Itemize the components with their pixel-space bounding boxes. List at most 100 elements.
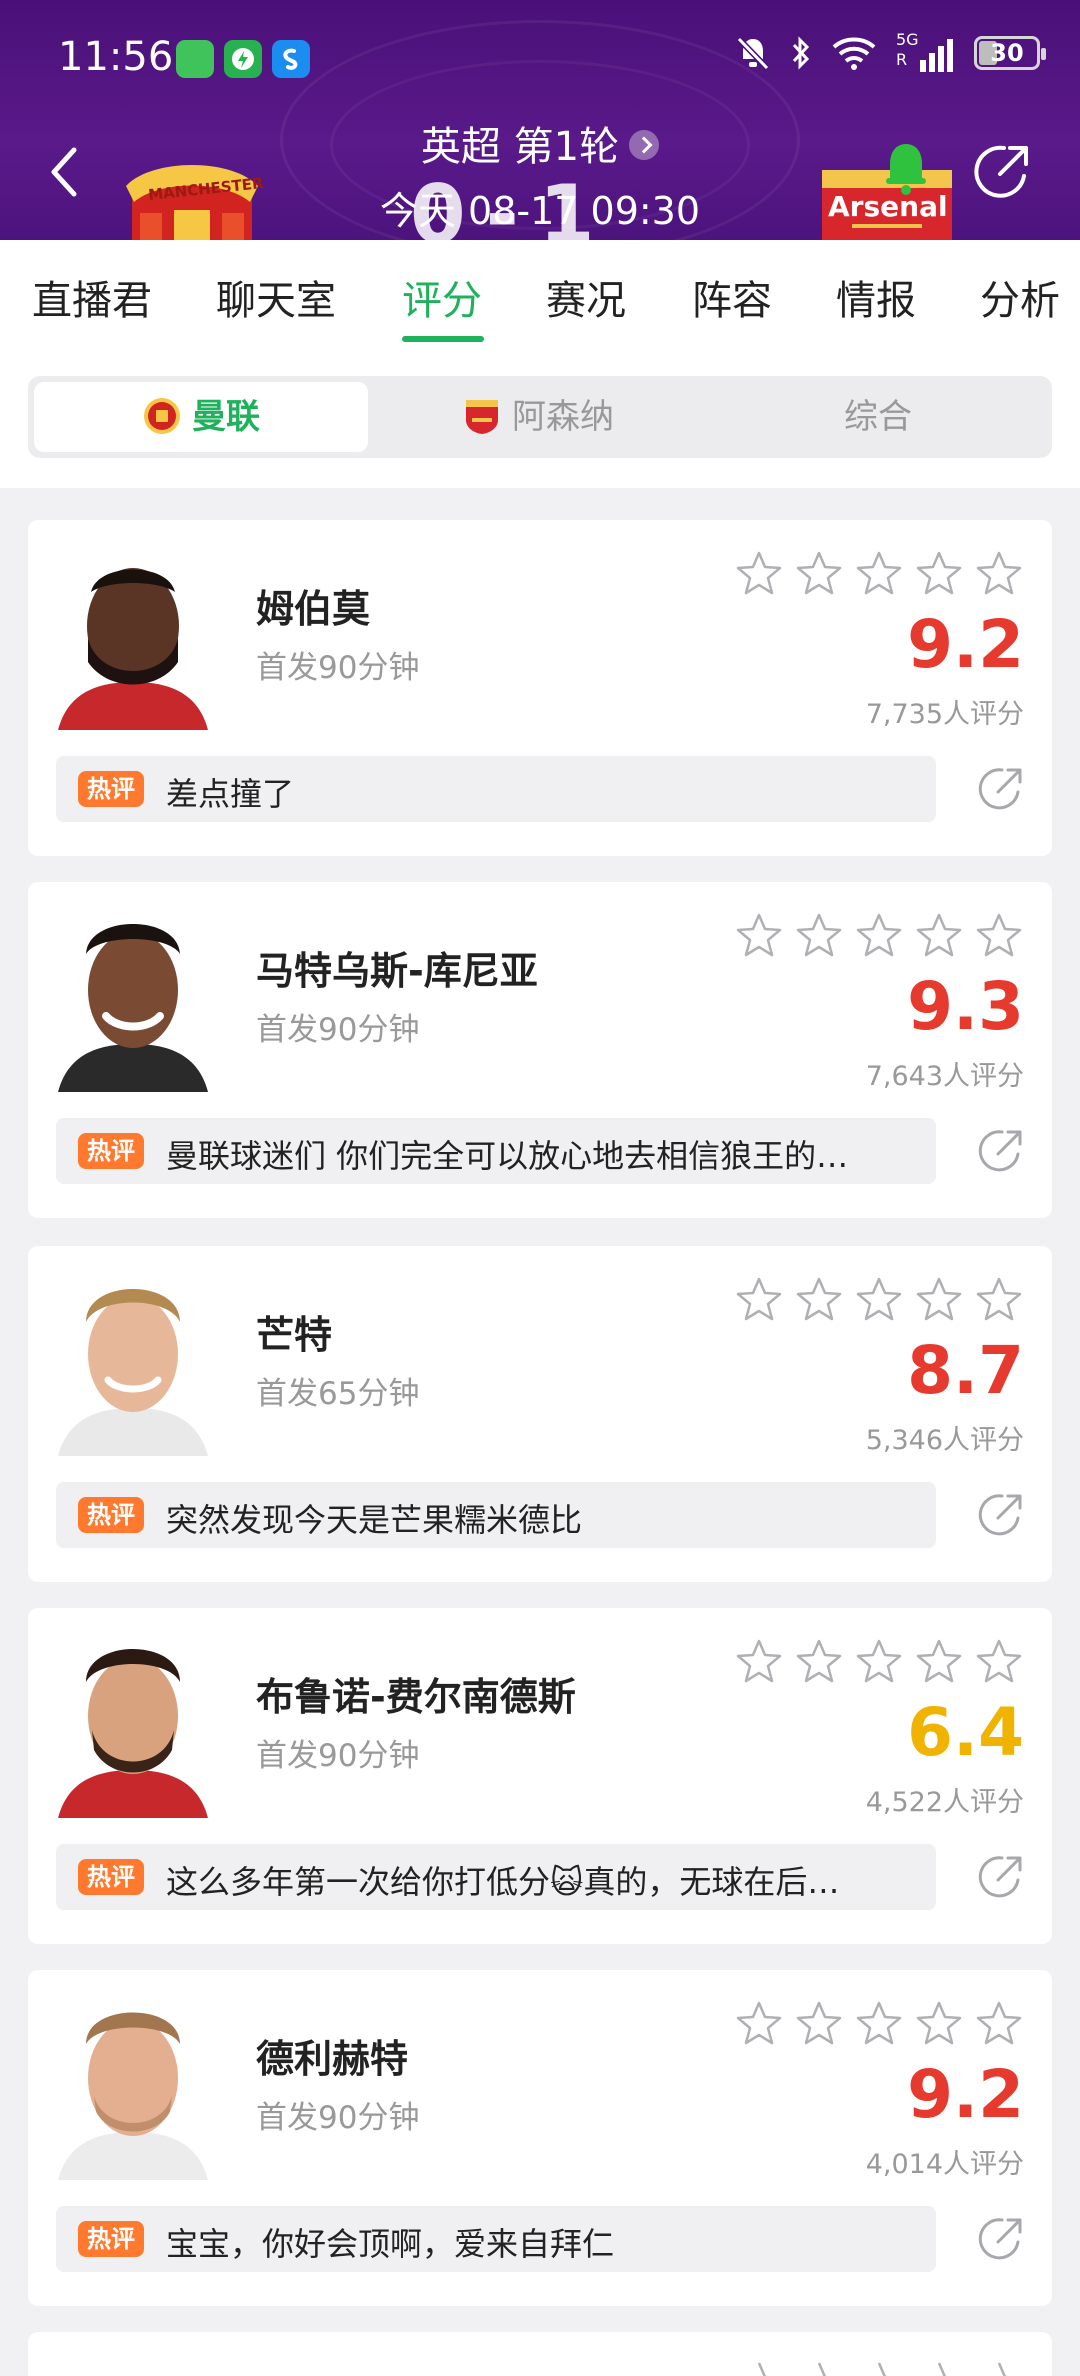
star-icon[interactable] [734,1276,784,1324]
star-icon[interactable] [974,1638,1024,1686]
star-icon[interactable] [854,912,904,960]
active-tab-indicator [402,336,484,342]
share-icon[interactable] [976,1126,1026,1176]
share-icon[interactable] [976,1852,1026,1902]
star-icon[interactable] [914,912,964,960]
segment-man-utd[interactable]: 曼联 [34,382,368,452]
rating-count: 7,643人评分 [865,1061,1024,1092]
player-name: 布鲁诺-费尔南德斯 [256,1675,576,1719]
player-rating-card-partial[interactable] [28,2332,1052,2376]
share-icon[interactable] [976,1490,1026,1540]
segment-arsenal[interactable]: 阿森纳 [368,382,708,452]
star-icon[interactable] [854,2000,904,2048]
hot-comment-text: 突然发现今天是芒果糯米德比 [166,1501,583,1539]
star-icon[interactable] [974,550,1024,598]
player-minutes: 首发90分钟 [256,1738,420,1774]
player-rating-card[interactable]: 马特乌斯-库尼亚 首发90分钟 9.3 7,643人评分 热评 曼联球迷们 你们… [28,882,1052,1218]
star-icon[interactable] [734,2000,784,2048]
rating-count: 7,735人评分 [865,699,1024,730]
hot-comment-badge: 热评 [78,771,144,807]
hot-comment[interactable]: 热评 突然发现今天是芒果糯米德比 [56,1482,936,1548]
player-avatar [58,1630,208,1818]
hot-comment-text: 宝宝，你好会顶啊，爱来自拜仁 [166,2225,615,2263]
hot-comment[interactable]: 热评 曼联球迷们 你们完全可以放心地去相信狼王的… [56,1118,936,1184]
tab-bar: 直播君 聊天室 评分 赛况 阵容 情报 分析 [0,240,1080,348]
battery-icon: 30 [974,36,1046,70]
hot-comment[interactable]: 热评 差点撞了 [56,756,936,822]
star-icon[interactable] [914,1276,964,1324]
star-icon[interactable] [854,1638,904,1686]
player-rating-card[interactable]: 姆伯莫 首发90分钟 9.2 7,735人评分 热评 差点撞了 [28,520,1052,856]
player-rating: 6.4 [907,1694,1024,1771]
star-icon[interactable] [734,912,784,960]
hot-comment-badge: 热评 [78,1497,144,1533]
rating-stars[interactable] [734,550,1024,598]
rating-stars[interactable] [734,912,1024,960]
player-rating: 8.7 [907,1332,1024,1409]
player-rating: 9.2 [907,2056,1024,2133]
hot-comment[interactable]: 热评 宝宝，你好会顶啊，爱来自拜仁 [56,2206,936,2272]
player-minutes: 首发90分钟 [256,1012,420,1048]
team-selector-bar: 曼联 阿森纳 综合 [0,348,1080,488]
hot-comment-badge: 热评 [78,1133,144,1169]
team-segmented-control: 曼联 阿森纳 综合 [28,376,1052,458]
star-icon[interactable] [734,1638,784,1686]
man-utd-crest-icon [144,397,180,434]
match-header: 11:56 5G R 30 MANCHESTER 英超 第1轮 0-1 今天 0… [0,0,1080,240]
star-icon[interactable] [794,2000,844,2048]
status-indicators: 5G R 30 [734,30,1046,72]
hot-comment-text: 差点撞了 [166,775,295,813]
rating-stars[interactable] [734,2000,1024,2048]
rating-stars[interactable] [734,1276,1024,1324]
tab-analysis[interactable]: 分析 [980,268,1060,326]
star-icon[interactable] [794,550,844,598]
player-minutes: 首发65分钟 [256,1376,420,1412]
star-icon[interactable] [914,1638,964,1686]
player-name: 马特乌斯-库尼亚 [256,949,538,993]
arsenal-crest-icon [466,399,498,434]
share-icon[interactable] [976,764,1026,814]
hot-comment-badge: 热评 [78,2221,144,2257]
cellular-signal-icon: 5G R [896,30,956,72]
star-icon[interactable] [974,912,1024,960]
tab-intel[interactable]: 情报 [836,268,916,326]
rating-count: 4,014人评分 [865,2149,1024,2180]
rating-count: 4,522人评分 [865,1787,1024,1818]
tab-chat[interactable]: 聊天室 [216,268,336,326]
hot-comment[interactable]: 热评 这么多年第一次给你打低分🙀真的，无球在后… [56,1844,936,1910]
hot-comment-text: 这么多年第一次给你打低分🙀真的，无球在后… [166,1863,840,1901]
notification-bell-icon[interactable] [876,138,936,198]
tab-live[interactable]: 直播君 [32,268,152,326]
share-icon[interactable] [972,140,1034,202]
star-icon[interactable] [794,1276,844,1324]
tab-lineup[interactable]: 阵容 [692,268,772,326]
player-avatar [58,542,208,730]
player-rating-card[interactable]: 德利赫特 首发90分钟 9.2 4,014人评分 热评 宝宝，你好会顶啊，爱来自… [28,1970,1052,2306]
player-avatar [58,1992,208,2180]
tab-ratings[interactable]: 评分 [402,268,482,326]
player-name: 德利赫特 [256,2037,409,2081]
mute-bell-icon [736,36,770,71]
player-avatar [58,1268,208,1456]
star-icon[interactable] [974,1276,1024,1324]
rating-stars[interactable] [734,1638,1024,1686]
share-icon[interactable] [976,2214,1026,2264]
star-icon[interactable] [974,2000,1024,2048]
player-rating-card[interactable]: 芒特 首发65分钟 8.7 5,346人评分 热评 突然发现今天是芒果糯米德比 [28,1246,1052,1582]
star-icon[interactable] [914,2000,964,2048]
segment-overall[interactable]: 综合 [708,382,1048,452]
rating-count: 5,346人评分 [865,1425,1024,1456]
star-icon[interactable] [734,550,784,598]
player-rating: 9.2 [907,606,1024,683]
star-icon[interactable] [794,1638,844,1686]
shazam-app-icon [272,40,310,78]
star-icon[interactable] [794,912,844,960]
star-icon[interactable] [854,1276,904,1324]
tab-match-events[interactable]: 赛况 [546,268,626,326]
rating-stars-partial [757,2362,1009,2376]
player-name: 姆伯莫 [256,587,371,631]
star-icon[interactable] [854,550,904,598]
star-icon[interactable] [914,550,964,598]
player-rating: 9.3 [907,968,1024,1045]
player-rating-card[interactable]: 布鲁诺-费尔南德斯 首发90分钟 6.4 4,522人评分 热评 这么多年第一次… [28,1608,1052,1944]
